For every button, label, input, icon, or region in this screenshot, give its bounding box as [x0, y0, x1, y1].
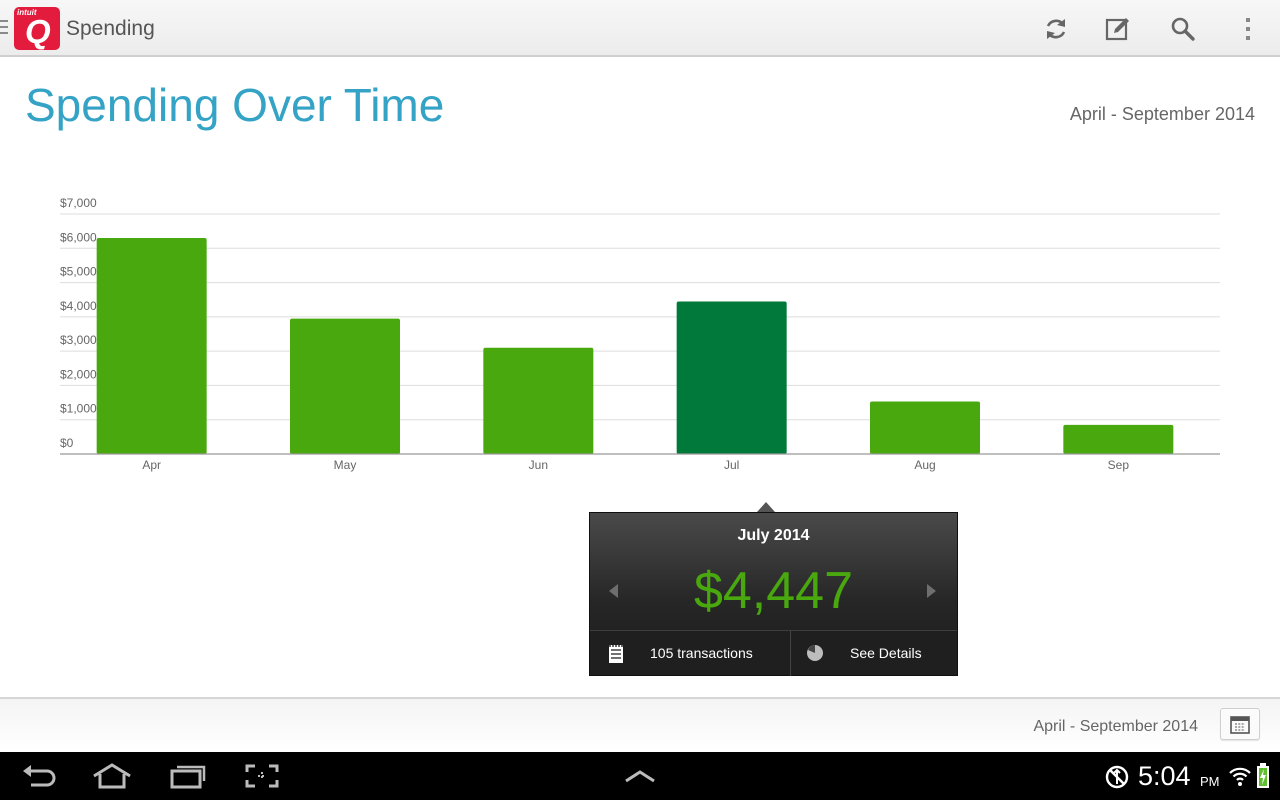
refresh-icon [1046, 19, 1066, 39]
x-tick-label: May [334, 458, 357, 472]
wifi-icon [1229, 767, 1251, 786]
recent-apps-button[interactable] [168, 762, 208, 790]
x-tick-label: Jul [724, 458, 739, 472]
bottom-date-range-label: April - September 2014 [1033, 718, 1198, 735]
screenshot-icon [245, 764, 279, 788]
clock-ampm: PM [1200, 774, 1220, 789]
transactions-button[interactable]: 105 transactions [590, 631, 789, 676]
bar-may[interactable] [290, 318, 400, 454]
overflow-menu-button[interactable] [1231, 12, 1265, 46]
transactions-count-label: 105 transactions [650, 645, 753, 661]
data-sync-status-icon [1105, 765, 1129, 789]
x-tick-label: Apr [142, 458, 161, 472]
edit-button[interactable] [1101, 12, 1135, 46]
y-tick-label: $5,000 [60, 265, 97, 279]
home-icon [93, 763, 131, 789]
bar-aug[interactable] [870, 401, 980, 454]
month-summary-popup: July 2014 $4,447 105 transactions See De… [589, 512, 958, 676]
y-tick-label: $6,000 [60, 230, 97, 244]
see-details-label: See Details [850, 645, 922, 661]
see-details-button[interactable]: See Details [790, 631, 958, 676]
app-logo[interactable]: intuit Q [14, 7, 60, 50]
pie-chart-icon [807, 645, 823, 661]
refresh-button[interactable] [1039, 12, 1073, 46]
bar-apr[interactable] [96, 238, 207, 454]
app-tray-button[interactable] [620, 762, 660, 790]
page-title: Spending Over Time [25, 79, 445, 131]
tooltip-footer: 105 transactions See Details [590, 630, 958, 676]
search-button[interactable] [1166, 12, 1200, 46]
edit-icon [1105, 18, 1129, 41]
transactions-list-icon [609, 645, 623, 663]
back-button[interactable] [20, 762, 58, 790]
bottom-bar: April - September 2014 [0, 697, 1280, 752]
app-title: Spending [66, 17, 155, 40]
y-tick-label: $2,000 [60, 367, 97, 381]
y-tick-label: $7,000 [60, 196, 97, 210]
tooltip-month-title: July 2014 [737, 527, 810, 544]
calendar-icon [1230, 716, 1250, 734]
tooltip-amount: $4,447 [693, 562, 854, 620]
x-tick-label: Sep [1108, 458, 1130, 472]
bar-jun[interactable] [483, 347, 594, 454]
bar-jul[interactable] [676, 301, 787, 454]
date-range-label: April - September 2014 [1069, 104, 1255, 124]
y-tick-label: $1,000 [60, 402, 97, 416]
screenshot-button[interactable] [243, 762, 281, 790]
overflow-menu-icon [1246, 18, 1250, 40]
x-tick-label: Aug [914, 458, 935, 472]
home-button[interactable] [90, 762, 134, 790]
system-navigation-bar: 5:04 PM [0, 752, 1280, 800]
recent-apps-icon [170, 765, 206, 789]
chevron-up-icon [625, 770, 655, 783]
y-tick-label: $3,000 [60, 333, 97, 347]
date-range-picker-button[interactable] [1220, 708, 1260, 740]
drawer-indicator-icon[interactable] [0, 20, 8, 36]
chevron-right-icon [927, 584, 936, 598]
action-bar: intuit Q Spending [0, 0, 1280, 57]
next-month-button[interactable] [921, 581, 941, 601]
tooltip-pointer [757, 502, 775, 512]
logo-letter: Q [25, 13, 51, 50]
back-icon [23, 765, 56, 787]
clock-time: 5:04 [1138, 761, 1191, 791]
y-tick-label: $0 [60, 436, 74, 450]
x-tick-label: Jun [529, 458, 548, 472]
battery-charging-icon [1257, 763, 1269, 788]
bar-sep[interactable] [1063, 424, 1174, 454]
search-icon [1171, 17, 1195, 41]
spending-bar-chart: $0 $1,000 $2,000 $3,000 $4,000 $5,000 $6,000 $7… [60, 196, 1220, 472]
app-window: intuit Q Spending Spending Over Time Apr… [0, 0, 1280, 800]
y-tick-label: $4,000 [60, 299, 97, 313]
